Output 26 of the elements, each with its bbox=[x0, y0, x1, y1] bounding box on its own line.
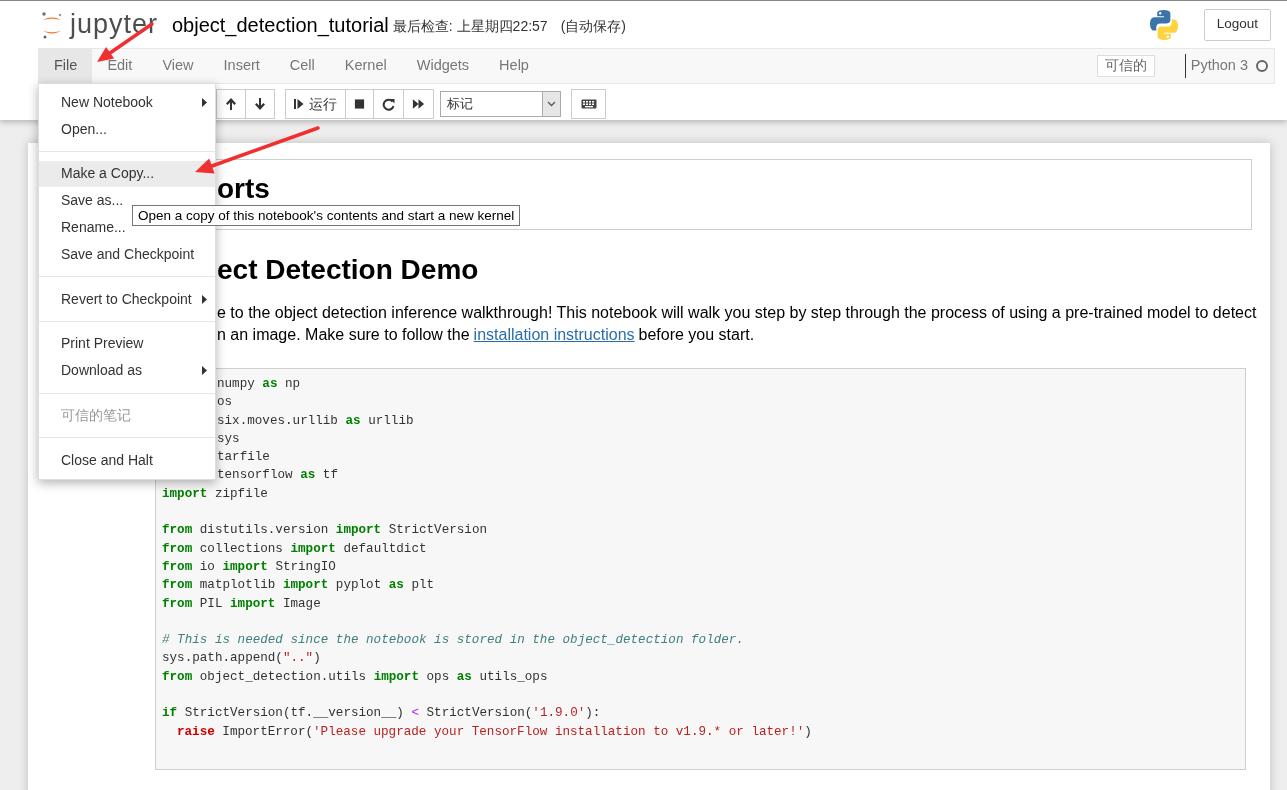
code-line: import zipfile bbox=[162, 485, 268, 503]
checkpoint-status: 最后检查: 上星期四22:57 bbox=[392, 16, 548, 36]
code-line: from io import StringIO bbox=[162, 558, 336, 576]
tooltip: Open a copy of this notebook's contents and start a new kernel bbox=[132, 205, 521, 226]
logo-text: jupyter bbox=[70, 11, 159, 38]
code-line: from object_detection.utils import ops as utils_ops bbox=[162, 668, 548, 686]
autosave-status: (自动保存) bbox=[560, 16, 626, 36]
code-line: sys.path.append("..") bbox=[162, 650, 321, 668]
code-line: tarfile bbox=[217, 449, 270, 467]
code-line: if StrictVersion(tf.__version__) < StrictVersion('1.9.0'): bbox=[162, 705, 601, 723]
code-line: from collections import defaultdict bbox=[162, 540, 427, 558]
code-line: raise ImportError('Please upgrade your TensorFlow installation to v1.9.* or later!') bbox=[177, 723, 812, 741]
code-line: from distutils.version import StrictVersion bbox=[162, 522, 487, 540]
cell-heading: orts bbox=[217, 172, 271, 206]
code-line: numpy as np bbox=[217, 376, 301, 393]
code-line: # This is needed since the notebook is stored in the object_detection folder. bbox=[162, 632, 744, 650]
section-heading: ect Detection Demo bbox=[217, 253, 480, 287]
paragraph-text: before you start. bbox=[638, 325, 755, 345]
code-line: tensorflow as tf bbox=[217, 467, 338, 485]
code-line: six.moves.urllib as urllib bbox=[217, 412, 414, 430]
paragraph-text: e to the object detection inference walkthrough! This notebook will walk you step by step through the process of using a pre-trained model to detect bbox=[217, 303, 1258, 323]
code-line: os bbox=[217, 394, 233, 412]
paragraph-text: n an image. Make sure to follow the bbox=[217, 325, 470, 345]
code-line: from matplotlib import pyplot as plt bbox=[162, 577, 435, 595]
code-line: from PIL import Image bbox=[162, 595, 321, 613]
code-line: sys bbox=[217, 430, 240, 448]
